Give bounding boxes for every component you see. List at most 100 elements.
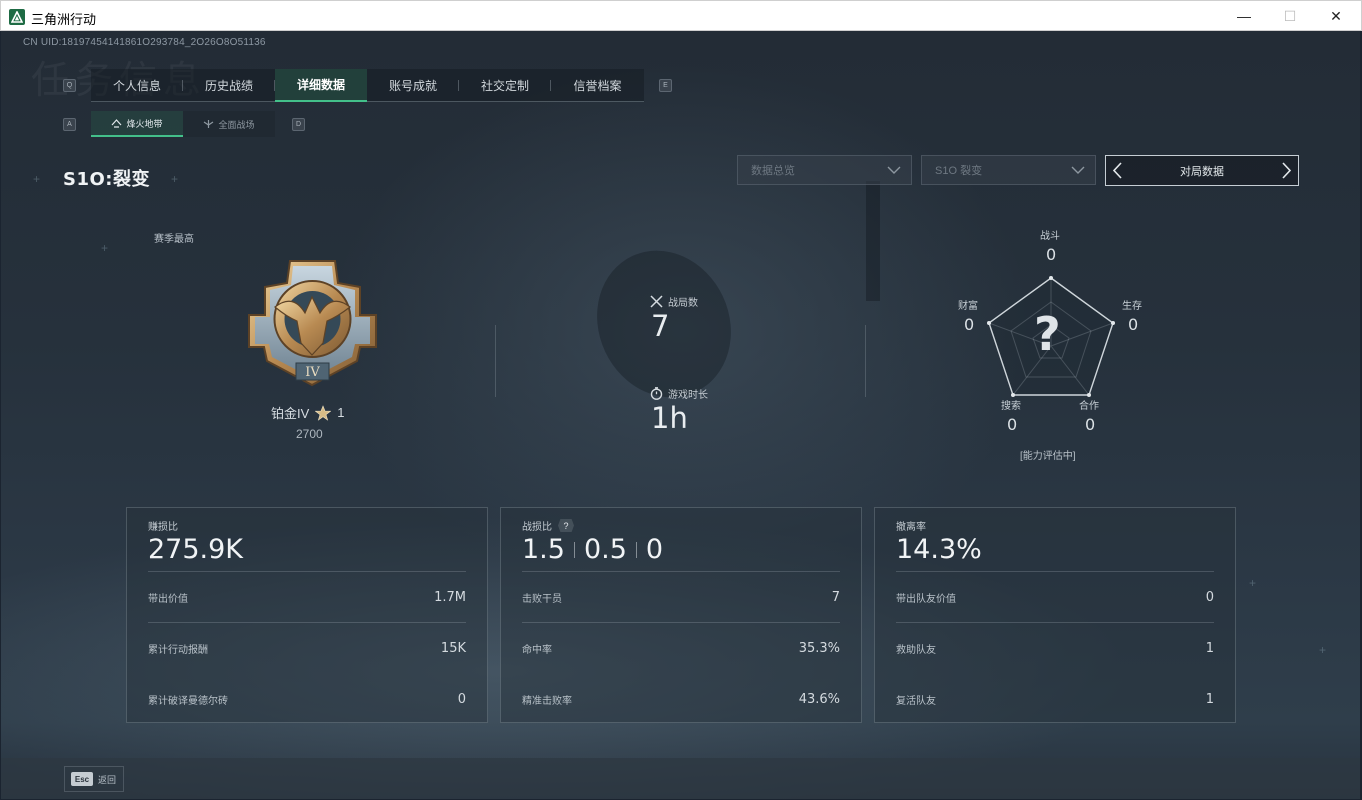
tab-reputation[interactable]: 信誉档案 — [551, 69, 644, 102]
decor-plus: + — [171, 172, 179, 186]
help-icon[interactable]: ? — [558, 519, 574, 532]
radar-unknown-mark: ? — [1034, 307, 1061, 361]
subtab-label: 全面战场 — [218, 119, 255, 130]
radar-axis-value: 0 — [1128, 315, 1139, 334]
chevron-left-icon[interactable] — [1112, 162, 1124, 179]
rank-score: 2700 — [296, 427, 323, 441]
stat-value: 1 — [1205, 691, 1214, 707]
app-logo-icon — [9, 9, 25, 25]
subtab-battlefield[interactable]: 全面战场 — [183, 111, 275, 137]
stat-row: 复活队友 1 — [896, 689, 1214, 709]
extraction-rate-value: 14.3% — [896, 534, 982, 565]
tab-prev-key-hint[interactable]: Q — [63, 79, 76, 92]
stat-row: 带出价值 1.7M — [148, 587, 466, 607]
overview-dropdown[interactable]: 数据总览 — [737, 155, 912, 185]
radar-axis-label: 搜索 — [1001, 401, 1021, 412]
season-dropdown[interactable]: S1O 裂变 — [921, 155, 1096, 185]
star-icon — [315, 404, 332, 421]
play-time-label: 游戏时长 — [650, 386, 708, 401]
stat-label: 累计行动报酬 — [148, 644, 208, 656]
main-tab-bar: 个人信息 历史战绩 详细数据 账号成就 社交定制 信誉档案 — [91, 69, 644, 102]
tab-match-history[interactable]: 历史战绩 — [183, 69, 275, 102]
ratio-value: 0.5 — [583, 534, 627, 565]
stat-label: 命中率 — [522, 644, 552, 656]
rank-stars: 1 — [337, 405, 345, 420]
back-label: 返回 — [98, 774, 117, 785]
stat-value: 7 — [831, 589, 840, 605]
battle-count-label: 战局数 — [650, 294, 698, 309]
profit-loss-ratio-value: 275.9K — [148, 534, 244, 565]
game-viewport: 任务信息 + + + + + CN UID:18197454141861O293… — [1, 31, 1360, 799]
stat-row: 带出队友价值 0 — [896, 587, 1214, 607]
tab-label: 信誉档案 — [573, 79, 622, 93]
decor-plus: + — [101, 241, 109, 255]
chevron-down-icon — [1071, 166, 1085, 174]
stat-value: 1 — [1205, 640, 1214, 656]
tab-achievements[interactable]: 账号成就 — [367, 69, 459, 102]
stat-label: 带出队友价值 — [896, 593, 956, 605]
stat-row: 救助队友 1 — [896, 638, 1214, 658]
season-best-label: 赛季最高 — [154, 234, 194, 245]
player-uid: CN UID:18197454141861O293784_2O26O8O5113… — [23, 37, 266, 48]
divider — [896, 571, 1214, 572]
ratio-value: 1.5 — [522, 534, 565, 565]
card-title: 赚损比 — [148, 522, 178, 533]
divider — [495, 325, 496, 397]
radar-axis-value: 0 — [1085, 415, 1096, 434]
battlefield-icon — [204, 120, 214, 128]
tab-next-key-hint[interactable]: E — [659, 79, 672, 92]
subtab-flame-zone[interactable]: 烽火地带 — [91, 111, 183, 137]
close-button[interactable]: ✕ — [1313, 1, 1359, 31]
profit-loss-card: 赚损比 275.9K 带出价值 1.7M 累计行动报酬 15K 累计破译曼德尔砖… — [126, 507, 488, 723]
radar-axis-label: 战斗 — [1040, 231, 1060, 242]
stat-row: 命中率 35.3% — [522, 638, 840, 658]
subtab-next-key-hint[interactable]: D — [292, 118, 305, 131]
rank-tier-line: 铂金IV 1 — [271, 403, 345, 422]
stat-value: 43.6% — [798, 691, 840, 707]
minimize-button[interactable]: — — [1221, 1, 1267, 31]
stat-value: 0 — [1205, 589, 1214, 605]
tab-social-custom[interactable]: 社交定制 — [459, 69, 551, 102]
radar-status-text: [能力评估中] — [1020, 451, 1076, 462]
tab-personal-info[interactable]: 个人信息 — [91, 69, 183, 102]
tab-detailed-data[interactable]: 详细数据 — [275, 69, 367, 102]
rank-tier: 铂金IV — [271, 406, 310, 421]
switcher-label: 对局数据 — [1180, 165, 1224, 178]
back-button[interactable]: Esc 返回 — [64, 766, 124, 792]
card-title: 撤离率 — [896, 522, 926, 533]
dropdown-value: 数据总览 — [751, 165, 795, 177]
stat-label: 复活队友 — [896, 695, 936, 707]
stat-label: 累计破译曼德尔砖 — [148, 695, 228, 707]
stat-row: 累计行动报酬 15K — [148, 638, 466, 658]
kill-death-card: 战损比 ? 1.5 0.5 0 击败干员 7 命中率 35.3% 精准击败率 4… — [500, 507, 862, 723]
stat-label: 救助队友 — [896, 644, 936, 656]
radar-axis-label: 财富 — [958, 301, 978, 312]
radar-axis-value: 0 — [1007, 415, 1018, 434]
divider — [522, 622, 840, 623]
kill-death-ratios: 1.5 0.5 0 — [522, 534, 663, 565]
subtab-label: 烽火地带 — [126, 118, 163, 129]
maximize-button[interactable]: ☐ — [1267, 1, 1313, 31]
ratio-value: 0 — [645, 534, 664, 565]
divider — [148, 571, 466, 572]
play-time-value: 1h — [651, 401, 688, 435]
tab-label: 历史战绩 — [204, 79, 253, 93]
window-titlebar: 三角洲行动 — ☐ ✕ — [0, 0, 1362, 31]
radar-axis-label: 生存 — [1122, 301, 1142, 312]
chevron-right-icon[interactable] — [1280, 162, 1292, 179]
dropdown-value: S1O 裂变 — [935, 165, 983, 177]
tab-label: 社交定制 — [480, 79, 529, 93]
data-type-switcher: 对局数据 — [1105, 155, 1299, 186]
medal-numeral: IV — [305, 365, 320, 380]
subtab-prev-key-hint[interactable]: A — [63, 118, 76, 131]
crossed-swords-icon — [650, 295, 663, 308]
card-title: 战损比 ? — [522, 518, 574, 533]
radar-axis-value: 0 — [1046, 245, 1057, 264]
chevron-down-icon — [887, 166, 901, 174]
divider — [865, 325, 866, 397]
season-title: S1O:裂变 — [63, 169, 150, 190]
decor-plus: + — [1249, 576, 1257, 590]
radar-axis-label: 合作 — [1079, 401, 1099, 412]
radar-axis-value: 0 — [964, 315, 975, 334]
mode-subtab-bar: 烽火地带 全面战场 — [91, 111, 275, 137]
